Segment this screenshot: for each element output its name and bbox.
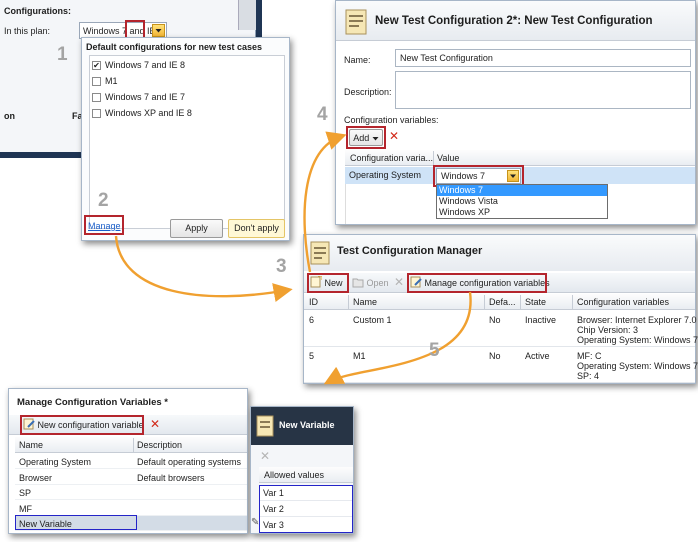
step-number-4: 4	[317, 104, 328, 125]
config-item-label: Windows 7 and IE 7	[105, 92, 186, 102]
step-number-5: 5	[429, 340, 440, 361]
arrow-new-to-add	[303, 131, 347, 273]
arrow-manage-to-new	[114, 235, 293, 303]
config-item-label: Windows XP and IE 8	[105, 108, 192, 118]
step-number-2: 2	[98, 190, 109, 211]
config-item-label: Windows 7 and IE 8	[105, 60, 186, 70]
config-checkbox[interactable]	[92, 77, 101, 86]
config-checkbox[interactable]	[92, 109, 101, 118]
step-number-1: 1	[57, 44, 68, 65]
config-item-label: M1	[105, 76, 118, 86]
config-checkbox[interactable]	[92, 93, 101, 102]
arrow-manage-vars-to-panel	[323, 291, 472, 385]
step-number-3: 3	[276, 256, 287, 277]
config-checkbox[interactable]: ✔	[92, 61, 101, 70]
